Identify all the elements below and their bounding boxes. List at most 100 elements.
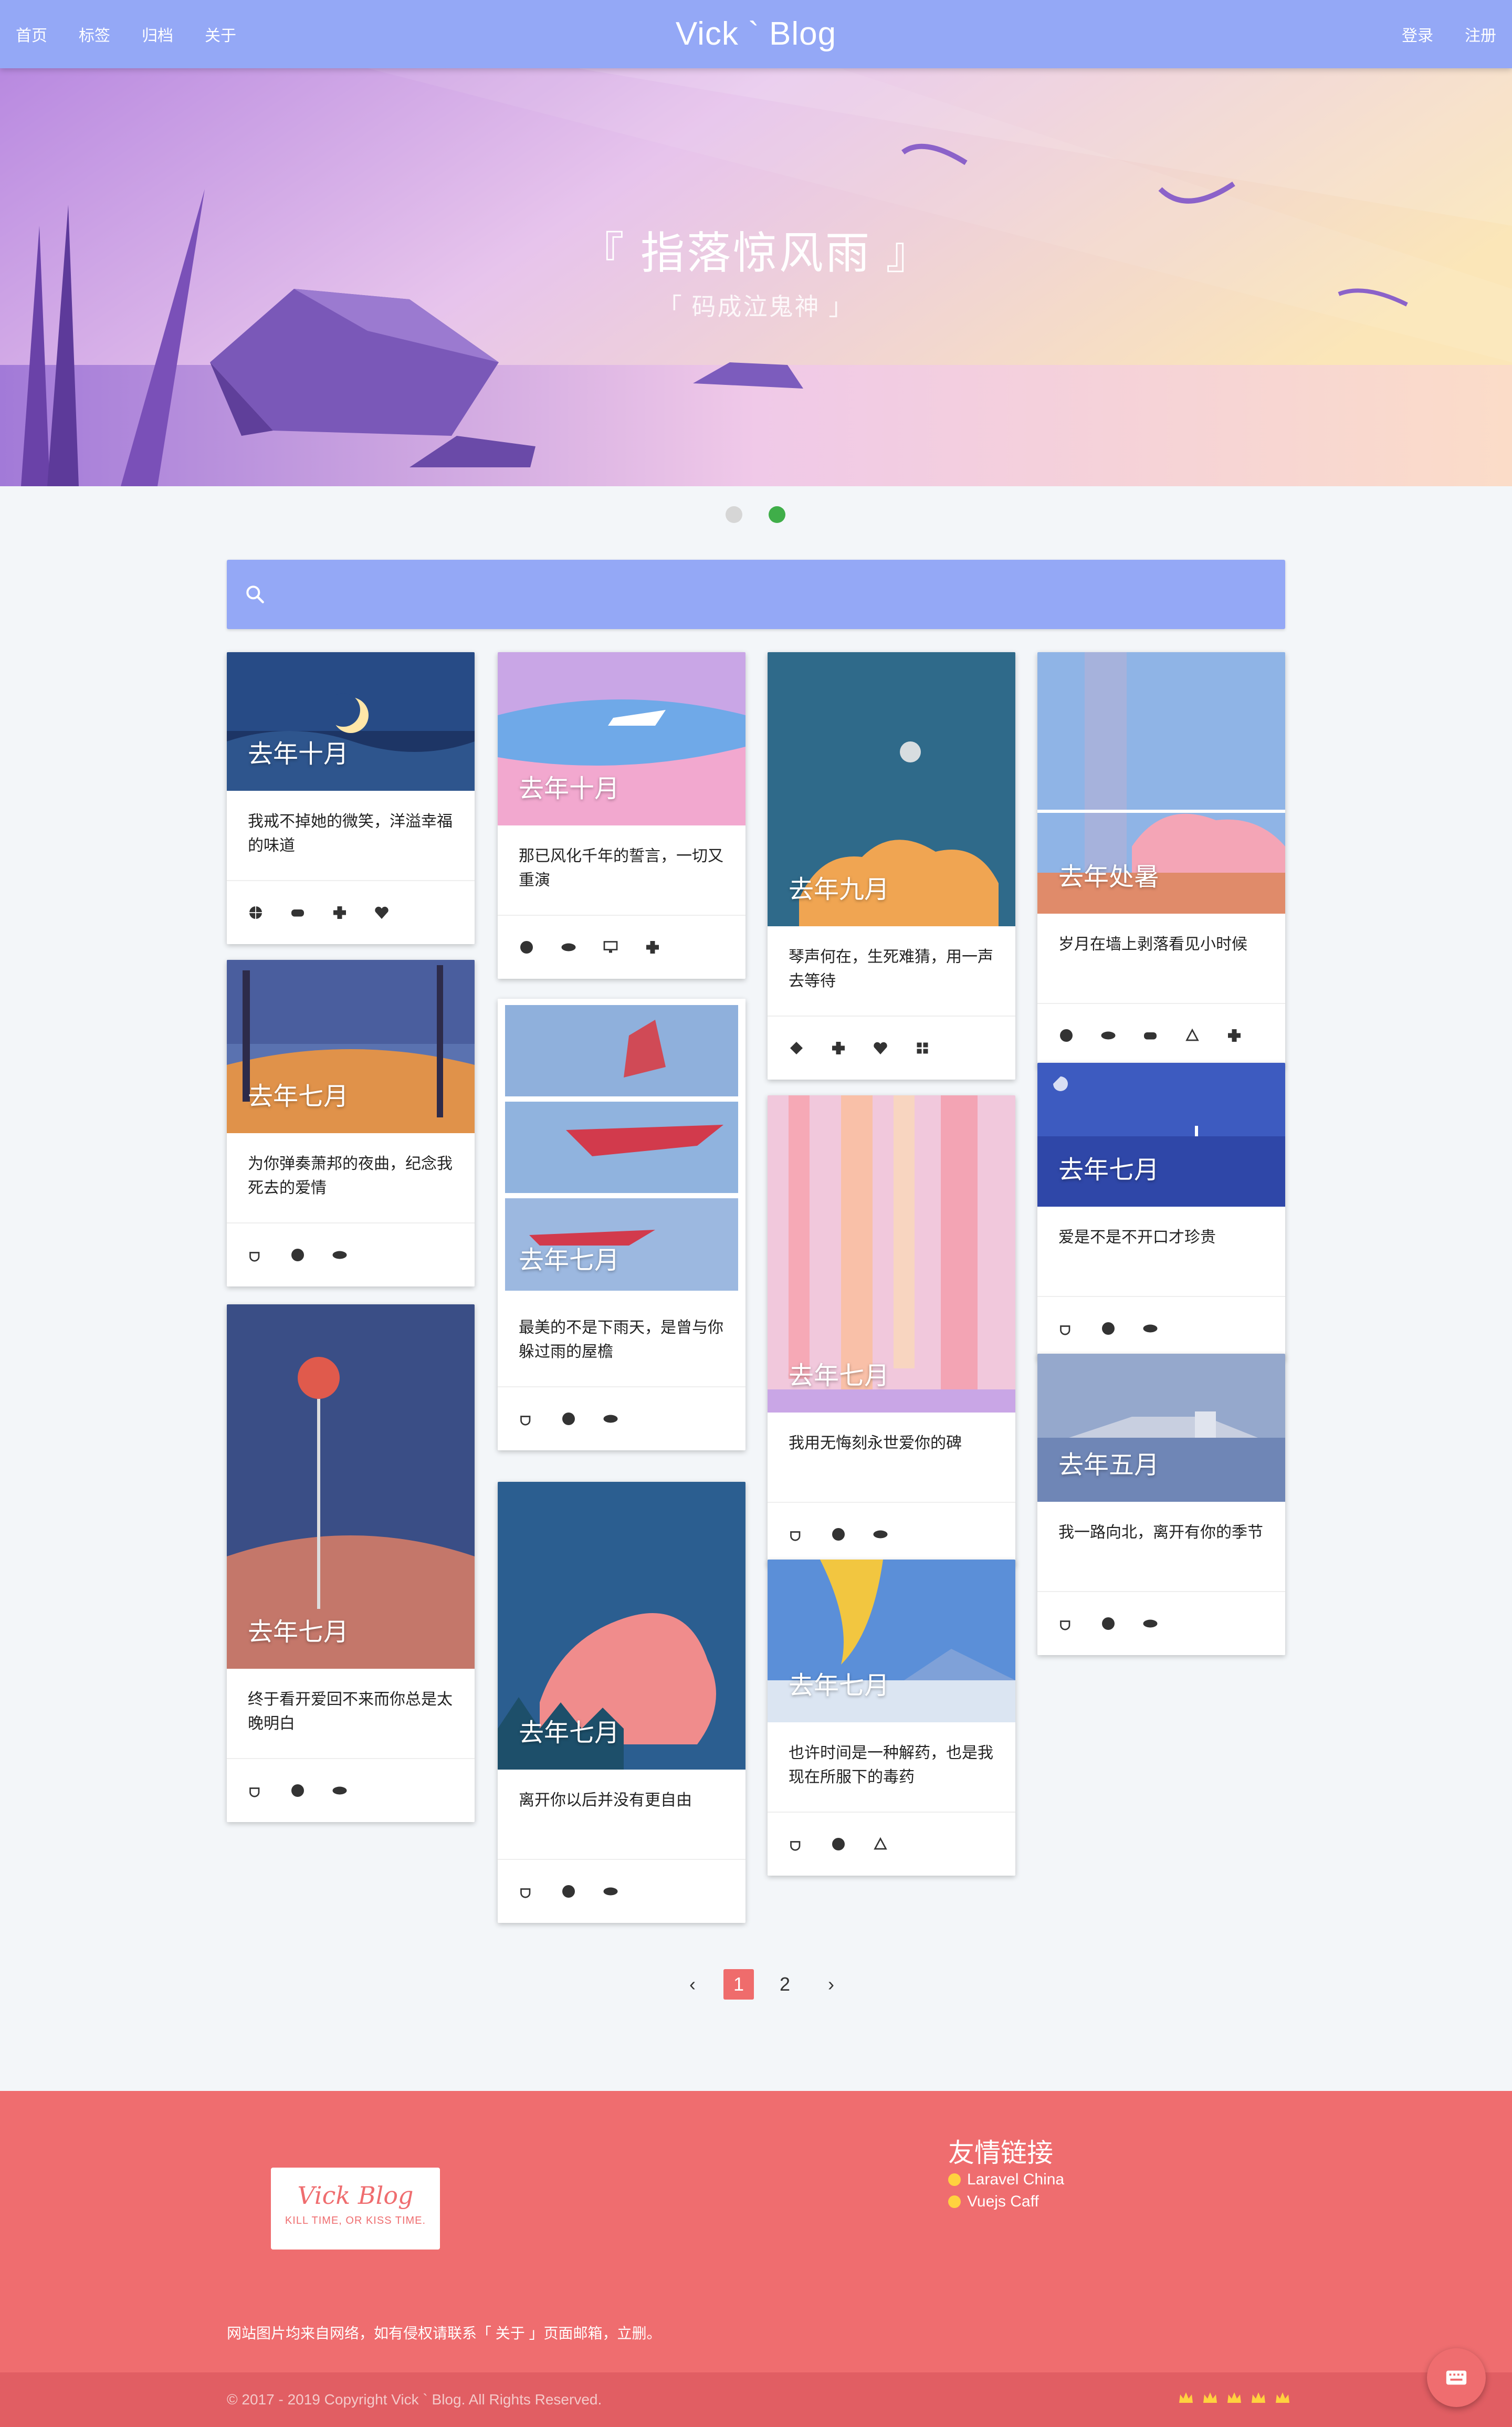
gamepad-icon[interactable] — [290, 905, 306, 920]
windows-icon[interactable] — [915, 1040, 930, 1056]
card-tags — [1037, 1591, 1285, 1655]
card-image: 去年十月 — [498, 652, 746, 825]
card-excerpt: 我用无悔刻永世爱你的碑 — [789, 1435, 962, 1452]
basketball-icon[interactable] — [290, 1783, 306, 1798]
basketball-icon[interactable] — [248, 905, 264, 920]
basketball-icon[interactable] — [561, 1884, 576, 1899]
post-card[interactable]: 去年十月 那已风化千年的誓言，一切又重演 — [498, 652, 746, 979]
card-image: 去年七月 — [227, 1304, 475, 1669]
eye-icon[interactable] — [603, 1884, 618, 1899]
footer-logo[interactable]: Vick Blog KILL TIME, OR KISS TIME. — [271, 2168, 440, 2250]
basketball-icon[interactable] — [1058, 1028, 1074, 1043]
post-card[interactable]: 去年七月 为你弹奏萧邦的夜曲，纪念我死去的爱情 — [227, 960, 475, 1286]
search-icon — [246, 585, 264, 603]
card-image: 去年九月 — [768, 652, 1015, 926]
card-tags — [498, 1859, 746, 1923]
next-page-button[interactable]: › — [816, 1969, 846, 2000]
card-tags — [498, 1386, 746, 1450]
recycle-icon[interactable] — [873, 1836, 888, 1852]
logo-tagline: KILL TIME, OR KISS TIME. — [285, 2215, 426, 2226]
basketball-icon[interactable] — [290, 1247, 306, 1263]
crown-icon — [1202, 2391, 1218, 2405]
prev-page-button[interactable]: ‹ — [677, 1969, 708, 2000]
eye-icon[interactable] — [561, 939, 576, 955]
basketball-icon[interactable] — [561, 1411, 576, 1427]
card-excerpt: 也许时间是一种解药，也是我现在所服下的毒药 — [789, 1744, 993, 1786]
friend-link-label: Vuejs Caff — [967, 2193, 1039, 2210]
basketball-icon[interactable] — [831, 1526, 846, 1542]
eye-icon[interactable] — [332, 1247, 348, 1263]
eye-icon[interactable] — [1142, 1321, 1158, 1336]
recycle-icon[interactable] — [1184, 1028, 1200, 1043]
card-caption: 去年七月 — [1058, 1156, 1160, 1184]
eye-icon[interactable] — [1100, 1028, 1116, 1043]
site-brand[interactable]: Vick ` Blog — [0, 0, 1512, 68]
eye-icon[interactable] — [873, 1526, 888, 1542]
gamepad-cross-icon[interactable] — [645, 939, 660, 955]
carousel-dot-1[interactable] — [726, 506, 742, 523]
chat-button[interactable] — [1427, 2348, 1486, 2407]
coffee-icon[interactable] — [519, 1411, 534, 1427]
post-card[interactable]: 去年七月 终于看开爱回不来而你总是太晚明白 — [227, 1304, 475, 1822]
card-image: 去年七月 — [498, 1482, 746, 1770]
heart-icon[interactable] — [873, 1040, 888, 1056]
card-excerpt: 爱是不是不开口才珍贵 — [1058, 1229, 1216, 1246]
post-card[interactable]: 去年五月 我一路向北，离开有你的季节 — [1037, 1354, 1285, 1655]
coffee-icon[interactable] — [248, 1783, 264, 1798]
coffee-icon[interactable] — [789, 1836, 804, 1852]
eye-icon[interactable] — [603, 1411, 618, 1427]
diamond-icon[interactable] — [789, 1040, 804, 1056]
search-input[interactable] — [267, 560, 1285, 629]
basketball-icon[interactable] — [1100, 1321, 1116, 1336]
friend-link-label: Laravel China — [967, 2171, 1065, 2188]
coffee-icon[interactable] — [789, 1526, 804, 1542]
friend-link-vuejs[interactable]: Vuejs Caff — [948, 2193, 1039, 2211]
friend-link-laravel[interactable]: Laravel China — [948, 2171, 1064, 2189]
basketball-icon[interactable] — [519, 939, 534, 955]
card-caption: 去年处暑 — [1058, 863, 1160, 891]
eye-icon[interactable] — [332, 1783, 348, 1798]
coffee-icon[interactable] — [519, 1884, 534, 1899]
register-link[interactable]: 注册 — [1465, 23, 1496, 46]
login-link[interactable]: 登录 — [1402, 23, 1433, 46]
card-caption: 去年十月 — [248, 740, 349, 768]
crown-icon — [1226, 2391, 1242, 2405]
gamepad-cross-icon[interactable] — [1226, 1028, 1242, 1043]
monitor-icon[interactable] — [603, 939, 618, 955]
card-excerpt: 我一路向北，离开有你的季节 — [1058, 1524, 1263, 1541]
gamepad-icon[interactable] — [1142, 1028, 1158, 1043]
card-tags — [227, 1758, 475, 1822]
basketball-icon[interactable] — [831, 1836, 846, 1852]
heart-icon[interactable] — [374, 905, 390, 920]
card-tags — [768, 1502, 1015, 1566]
card-tags — [768, 1016, 1015, 1080]
basketball-icon[interactable] — [1100, 1616, 1116, 1631]
card-tags — [227, 1222, 475, 1286]
post-card[interactable]: 去年十月 我戒不掉她的微笑，洋溢幸福的味道 — [227, 652, 475, 944]
card-tags — [768, 1812, 1015, 1876]
card-image: 去年七月 — [227, 960, 475, 1133]
coffee-icon[interactable] — [248, 1247, 264, 1263]
carousel-dot-2[interactable] — [769, 506, 785, 523]
coffee-icon[interactable] — [1058, 1616, 1074, 1631]
post-card[interactable]: 去年处暑 岁月在墙上剥落看见小时候 — [1037, 652, 1285, 1067]
page-2-button[interactable]: 2 — [770, 1969, 800, 2000]
search-bar — [227, 560, 1285, 629]
crown-icon — [1251, 2391, 1266, 2405]
eye-icon[interactable] — [1142, 1616, 1158, 1631]
gamepad-cross-icon[interactable] — [332, 905, 348, 920]
card-excerpt: 那已风化千年的誓言，一切又重演 — [519, 848, 723, 889]
coffee-icon[interactable] — [1058, 1321, 1074, 1336]
hero-carousel[interactable]: 『 指落惊风雨 』 「 码成泣鬼神 」 — [0, 68, 1512, 486]
card-caption: 去年十月 — [519, 775, 620, 803]
card-excerpt: 为你弹奏萧邦的夜曲，纪念我死去的爱情 — [248, 1155, 453, 1197]
gamepad-cross-icon[interactable] — [831, 1040, 846, 1056]
post-card[interactable]: 去年七月 离开你以后并没有更自由 — [498, 1482, 746, 1923]
post-card[interactable]: 去年七月 最美的不是下雨天，是曾与你躲过雨的屋檐 — [498, 999, 746, 1450]
post-card[interactable]: 去年七月 也许时间是一种解药，也是我现在所服下的毒药 — [768, 1560, 1015, 1876]
post-card[interactable]: 去年七月 我用无悔刻永世爱你的碑 — [768, 1095, 1015, 1566]
post-card[interactable]: 去年九月 琴声何在，生死难猜，用一声去等待 — [768, 652, 1015, 1080]
page-1-button[interactable]: 1 — [723, 1969, 754, 2000]
card-image: 去年七月 — [1037, 1063, 1285, 1207]
post-card[interactable]: 去年七月 爱是不是不开口才珍贵 — [1037, 1063, 1285, 1360]
